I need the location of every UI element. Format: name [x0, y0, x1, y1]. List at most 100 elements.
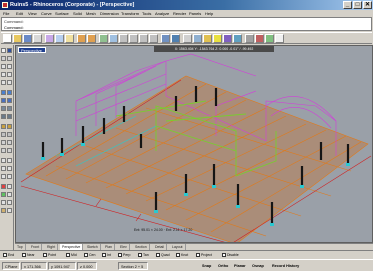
point-icon[interactable] [7, 48, 12, 53]
close-button[interactable]: ✕ [363, 1, 372, 9]
move-icon[interactable] [1, 158, 6, 163]
arc-icon[interactable] [1, 72, 6, 77]
osnap-project[interactable]: Project [196, 252, 212, 258]
rotate-icon[interactable] [1, 166, 6, 171]
hide-icon[interactable] [7, 192, 12, 197]
menu-curve[interactable]: Curve [41, 10, 52, 17]
osnap-cen[interactable]: Cen [84, 252, 95, 258]
planar-toggle[interactable]: Planar [232, 262, 248, 270]
copy-object-icon[interactable] [7, 158, 12, 163]
new-icon[interactable] [3, 34, 12, 43]
menu-surface[interactable]: Surface [55, 10, 69, 17]
osnap-point[interactable]: Point [43, 252, 56, 258]
menu-tools[interactable]: Tools [142, 10, 151, 17]
layer-icon[interactable] [203, 34, 212, 43]
paste-icon[interactable] [65, 34, 74, 43]
scale-icon[interactable] [7, 166, 12, 171]
osnap-icon[interactable] [7, 208, 12, 213]
osnap-knot[interactable]: Knot [176, 252, 188, 258]
zoom-window-icon[interactable] [129, 34, 138, 43]
lock-icon[interactable] [1, 200, 6, 205]
cplane-icon[interactable] [171, 34, 180, 43]
cut-icon[interactable] [45, 34, 54, 43]
block-icon[interactable] [1, 208, 6, 213]
help-icon[interactable] [275, 34, 284, 43]
split-icon[interactable] [7, 140, 12, 145]
osnap-quad[interactable]: Quad [156, 252, 170, 258]
box-icon[interactable] [1, 106, 6, 111]
osnap-end[interactable]: End [3, 252, 14, 258]
pan-icon[interactable] [99, 34, 108, 43]
menu-file[interactable]: File [3, 10, 9, 17]
zoom-icon[interactable] [119, 34, 128, 43]
loft-icon[interactable] [1, 98, 6, 103]
undo-icon[interactable] [77, 34, 86, 43]
join-icon[interactable] [1, 148, 6, 153]
ellipse-icon[interactable] [7, 72, 12, 77]
redo-icon[interactable] [87, 34, 96, 43]
print-icon[interactable] [33, 34, 42, 43]
menu-view[interactable]: View [28, 10, 37, 17]
cylinder-icon[interactable] [1, 114, 6, 119]
analyze-icon[interactable] [1, 192, 6, 197]
osnap-near[interactable]: Near [22, 252, 35, 258]
menu-render[interactable]: Render [173, 10, 186, 17]
cone-icon[interactable] [7, 114, 12, 119]
menu-help[interactable]: Help [205, 10, 213, 17]
dimension-icon[interactable] [1, 184, 6, 189]
status-layer[interactable]: Section 2 + 5 [118, 262, 148, 270]
four-views-icon[interactable] [161, 34, 170, 43]
minimize-button[interactable]: _ [343, 1, 352, 9]
menu-mesh[interactable]: Mesh [86, 10, 96, 17]
polyline-icon[interactable] [7, 56, 12, 61]
osnap-perp[interactable]: Perp [118, 252, 130, 258]
command-area[interactable]: Command: Command: [1, 17, 372, 31]
grid-icon[interactable] [193, 34, 202, 43]
record-history-toggle[interactable]: Record History [270, 262, 301, 270]
extrude-icon[interactable] [7, 90, 12, 95]
viewport-title[interactable]: Perspective [18, 47, 46, 53]
render-icon[interactable] [223, 34, 232, 43]
text-icon[interactable] [7, 184, 12, 189]
material-icon[interactable] [255, 34, 264, 43]
explode-icon[interactable] [7, 148, 12, 153]
menu-dimension[interactable]: Dimension [100, 10, 119, 17]
osnap-tan[interactable]: Tan [138, 252, 149, 258]
zoom-selected-icon[interactable] [149, 34, 158, 43]
fillet-icon[interactable] [1, 132, 6, 137]
mirror-icon[interactable] [1, 174, 6, 179]
menu-panels[interactable]: Panels [189, 10, 201, 17]
curve-icon[interactable] [1, 64, 6, 69]
trim-icon[interactable] [1, 140, 6, 145]
revolve-icon[interactable] [7, 98, 12, 103]
menu-analyze[interactable]: Analyze [155, 10, 169, 17]
properties-icon[interactable] [245, 34, 254, 43]
shade-icon[interactable] [233, 34, 242, 43]
snap-toggle[interactable]: Snap [200, 262, 213, 270]
circle-icon[interactable] [7, 64, 12, 69]
maximize-button[interactable]: □ [353, 1, 362, 9]
copy-icon[interactable] [55, 34, 64, 43]
select-arrow-icon[interactable] [1, 48, 6, 53]
mesh-icon[interactable] [1, 124, 6, 129]
menu-solid[interactable]: Solid [73, 10, 82, 17]
save-icon[interactable] [23, 34, 32, 43]
chamfer-icon[interactable] [7, 132, 12, 137]
polygon-icon[interactable] [7, 80, 12, 85]
group-icon[interactable] [7, 200, 12, 205]
line-icon[interactable] [1, 56, 6, 61]
osnap-int[interactable]: Int [102, 252, 111, 258]
select-icon[interactable] [183, 34, 192, 43]
osnap-mid[interactable]: Mid [66, 252, 77, 258]
array-icon[interactable] [7, 174, 12, 179]
light-icon[interactable] [213, 34, 222, 43]
options-icon[interactable] [265, 34, 274, 43]
osnap-disable[interactable]: Disable [222, 252, 239, 258]
rotate-view-icon[interactable] [109, 34, 118, 43]
rectangle-icon[interactable] [1, 80, 6, 85]
osnap-toggle[interactable]: Osnap [250, 262, 266, 270]
open-icon[interactable] [13, 34, 22, 43]
menu-transform[interactable]: Transform [121, 10, 139, 17]
ortho-toggle[interactable]: Ortho [216, 262, 230, 270]
command-prompt[interactable]: Command: [4, 25, 24, 30]
